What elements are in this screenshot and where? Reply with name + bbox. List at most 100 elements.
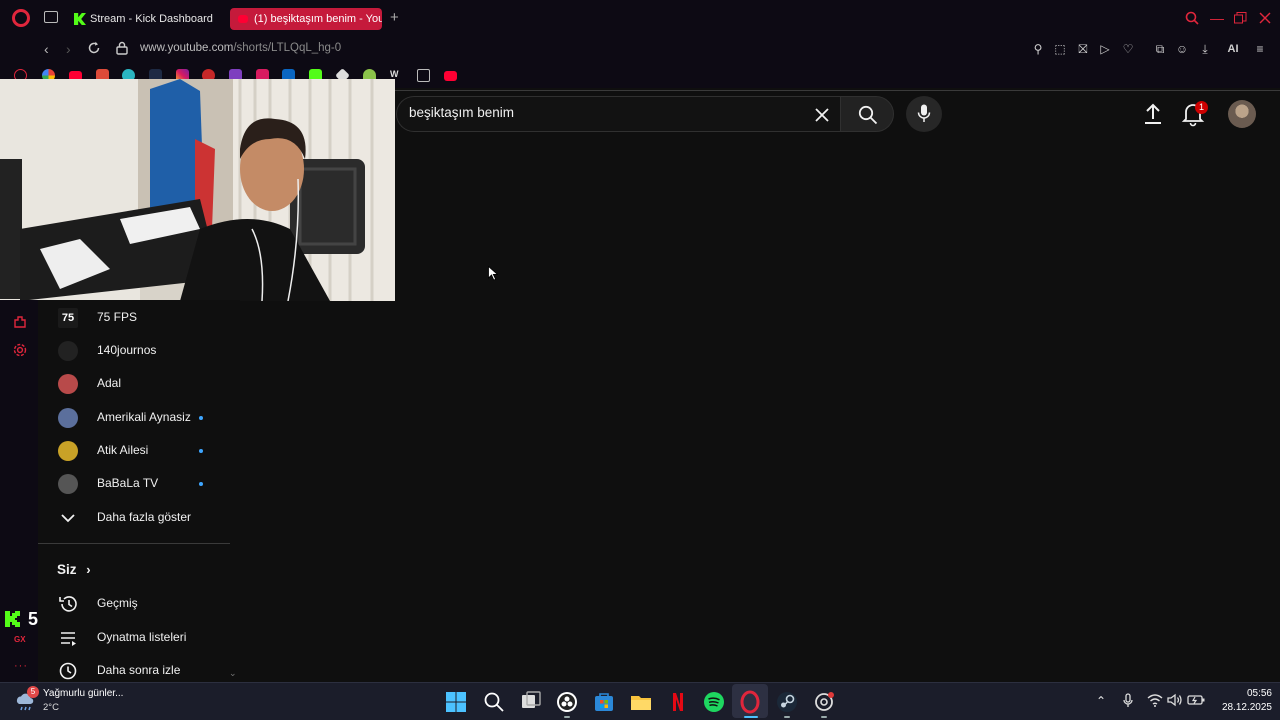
channel-name: Atik Ailesi: [97, 443, 149, 457]
kick-viewer-count: 5: [28, 609, 39, 629]
steam-icon[interactable]: [775, 690, 799, 714]
opera-logo-icon[interactable]: [12, 9, 30, 27]
search-button[interactable]: [840, 96, 894, 132]
channel-name: 75 FPS: [97, 310, 138, 324]
menu-icon[interactable]: ≡: [1251, 40, 1269, 58]
scroll-down-arrow-icon[interactable]: ⌄: [229, 668, 237, 679]
microphone-icon: [917, 104, 931, 122]
channel-name: 140journos: [97, 343, 157, 357]
address-bar: ‹ › www.youtube.com/shorts/LTLQqL_hg-0 ⚲…: [0, 36, 1280, 64]
chevron-right-icon: ›: [86, 562, 91, 577]
wifi-icon[interactable]: [1147, 693, 1163, 707]
tab-kick-dashboard[interactable]: Stream - Kick Dashboard: [66, 8, 224, 30]
obs-icon[interactable]: [555, 690, 579, 714]
search-input[interactable]: beşiktaşım benim: [409, 105, 514, 120]
channel-name: Amerikali Aynasiz: [97, 410, 191, 424]
history-icon: [59, 596, 77, 612]
search-box[interactable]: beşiktaşım benim: [396, 96, 840, 132]
sidebar-item-playlists[interactable]: Oynatma listeleri: [38, 622, 238, 652]
pin-icon[interactable]: ⚲: [1029, 40, 1047, 58]
subscription-item[interactable]: Amerikali Aynasiz: [38, 402, 238, 432]
player-icon[interactable]: ▷: [1096, 40, 1114, 58]
mouse-cursor-icon: [488, 266, 498, 281]
netflix-icon[interactable]: [666, 690, 690, 714]
battery-icon[interactable]: [1187, 693, 1205, 707]
ai-button[interactable]: AI: [1220, 40, 1246, 58]
back-icon[interactable]: ‹: [44, 41, 49, 57]
notification-count-badge: 1: [1195, 101, 1208, 114]
youtube-bookmark-2-icon[interactable]: [444, 71, 457, 81]
taskbar-search-icon[interactable]: [482, 690, 506, 714]
file-explorer-icon[interactable]: [629, 690, 653, 714]
profile-icon[interactable]: ☺: [1173, 40, 1191, 58]
youtube-favicon-icon: [238, 15, 248, 23]
close-window-icon[interactable]: [1259, 12, 1271, 24]
windows-start-icon[interactable]: [444, 690, 468, 714]
clock-time[interactable]: 05:56: [1226, 688, 1272, 699]
new-tab-plus-icon[interactable]: +: [390, 9, 399, 27]
download-icon[interactable]: ⤓: [1196, 40, 1214, 58]
volume-icon[interactable]: [1167, 693, 1183, 707]
channel-avatar: [58, 374, 78, 394]
channel-avatar: [58, 474, 78, 494]
clock-date[interactable]: 28.12.2025: [1206, 702, 1272, 713]
watch-later-icon: [59, 662, 77, 680]
adblock-icon[interactable]: ⛝: [1074, 40, 1092, 58]
search-tabs-icon[interactable]: [1185, 11, 1199, 25]
microsoft-store-icon[interactable]: [592, 690, 616, 714]
task-view-icon[interactable]: [519, 690, 543, 714]
playlist-icon: [61, 632, 76, 646]
sidebar-item-label: Daha sonra izle: [97, 663, 181, 677]
show-more-button[interactable]: Daha fazla göster: [38, 502, 238, 532]
channel-avatar: [58, 341, 78, 361]
sidebar-item-watch-later[interactable]: Daha sonra izle: [38, 655, 238, 685]
folder-bookmark-icon[interactable]: [417, 69, 430, 82]
chatgpt-icon[interactable]: [812, 690, 836, 714]
chevron-down-icon: [61, 514, 75, 523]
browser-tab-bar: Stream - Kick Dashboard (1) beşiktaşım b…: [0, 0, 1280, 36]
extensions-sidebar-icon[interactable]: [12, 314, 28, 330]
subscription-item[interactable]: Atik Ailesi: [38, 435, 238, 465]
youtube-sidebar: 75 75 FPS 140journos Adal Amerikali Ayna…: [38, 300, 240, 682]
weather-title[interactable]: Yağmurlu günler...: [43, 688, 123, 699]
webcam-image: [0, 79, 395, 301]
create-upload-icon[interactable]: [1140, 101, 1166, 127]
subscription-item[interactable]: BaBaLa TV: [38, 468, 238, 498]
workspaces-icon[interactable]: [44, 11, 58, 23]
heart-icon[interactable]: ♡: [1119, 40, 1137, 58]
clear-search-icon[interactable]: [810, 103, 834, 127]
spotify-icon[interactable]: [702, 690, 726, 714]
sidebar-divider: [38, 543, 230, 544]
more-dots-icon[interactable]: ···: [14, 660, 28, 672]
url-host: www.youtube.com: [140, 42, 234, 54]
subscription-item[interactable]: 75 75 FPS: [38, 302, 238, 332]
tab-youtube-active[interactable]: (1) beşiktaşım benim - You: [230, 8, 382, 30]
url-field[interactable]: www.youtube.com/shorts/LTLQqL_hg-0: [140, 42, 341, 54]
channel-avatar: [58, 441, 78, 461]
you-section-label: Siz: [57, 562, 77, 577]
voice-search-button[interactable]: [906, 96, 942, 132]
gx-label: GX: [14, 635, 26, 644]
opera-gx-taskbar-icon[interactable]: [738, 690, 762, 714]
reload-icon[interactable]: [87, 41, 101, 55]
active-indicator: [744, 716, 758, 718]
sidebar-item-history[interactable]: Geçmiş: [38, 588, 238, 618]
subscription-item[interactable]: Adal: [38, 368, 238, 398]
settings-gear-icon[interactable]: [12, 342, 28, 358]
minimize-icon[interactable]: —: [1210, 11, 1224, 25]
sidebar-item-label: Geçmiş: [97, 596, 138, 610]
lock-icon[interactable]: [116, 41, 128, 55]
weather-badge: 5: [27, 686, 39, 698]
snapshot-icon[interactable]: ⬚: [1051, 40, 1069, 58]
kick-favicon-icon: [74, 13, 86, 25]
tray-microphone-icon[interactable]: [1122, 693, 1134, 709]
forward-icon[interactable]: ›: [66, 41, 71, 57]
show-hidden-icons-chevron-up-icon[interactable]: ⌃: [1096, 694, 1106, 708]
account-avatar[interactable]: [1228, 100, 1256, 128]
subscription-item[interactable]: 140journos: [38, 335, 238, 365]
you-section-header[interactable]: Siz ›: [57, 562, 91, 577]
new-content-dot: [199, 449, 203, 453]
extensions-icon[interactable]: ⧉: [1151, 40, 1169, 58]
restore-icon[interactable]: [1234, 12, 1247, 24]
channel-avatar: 75: [58, 308, 78, 328]
